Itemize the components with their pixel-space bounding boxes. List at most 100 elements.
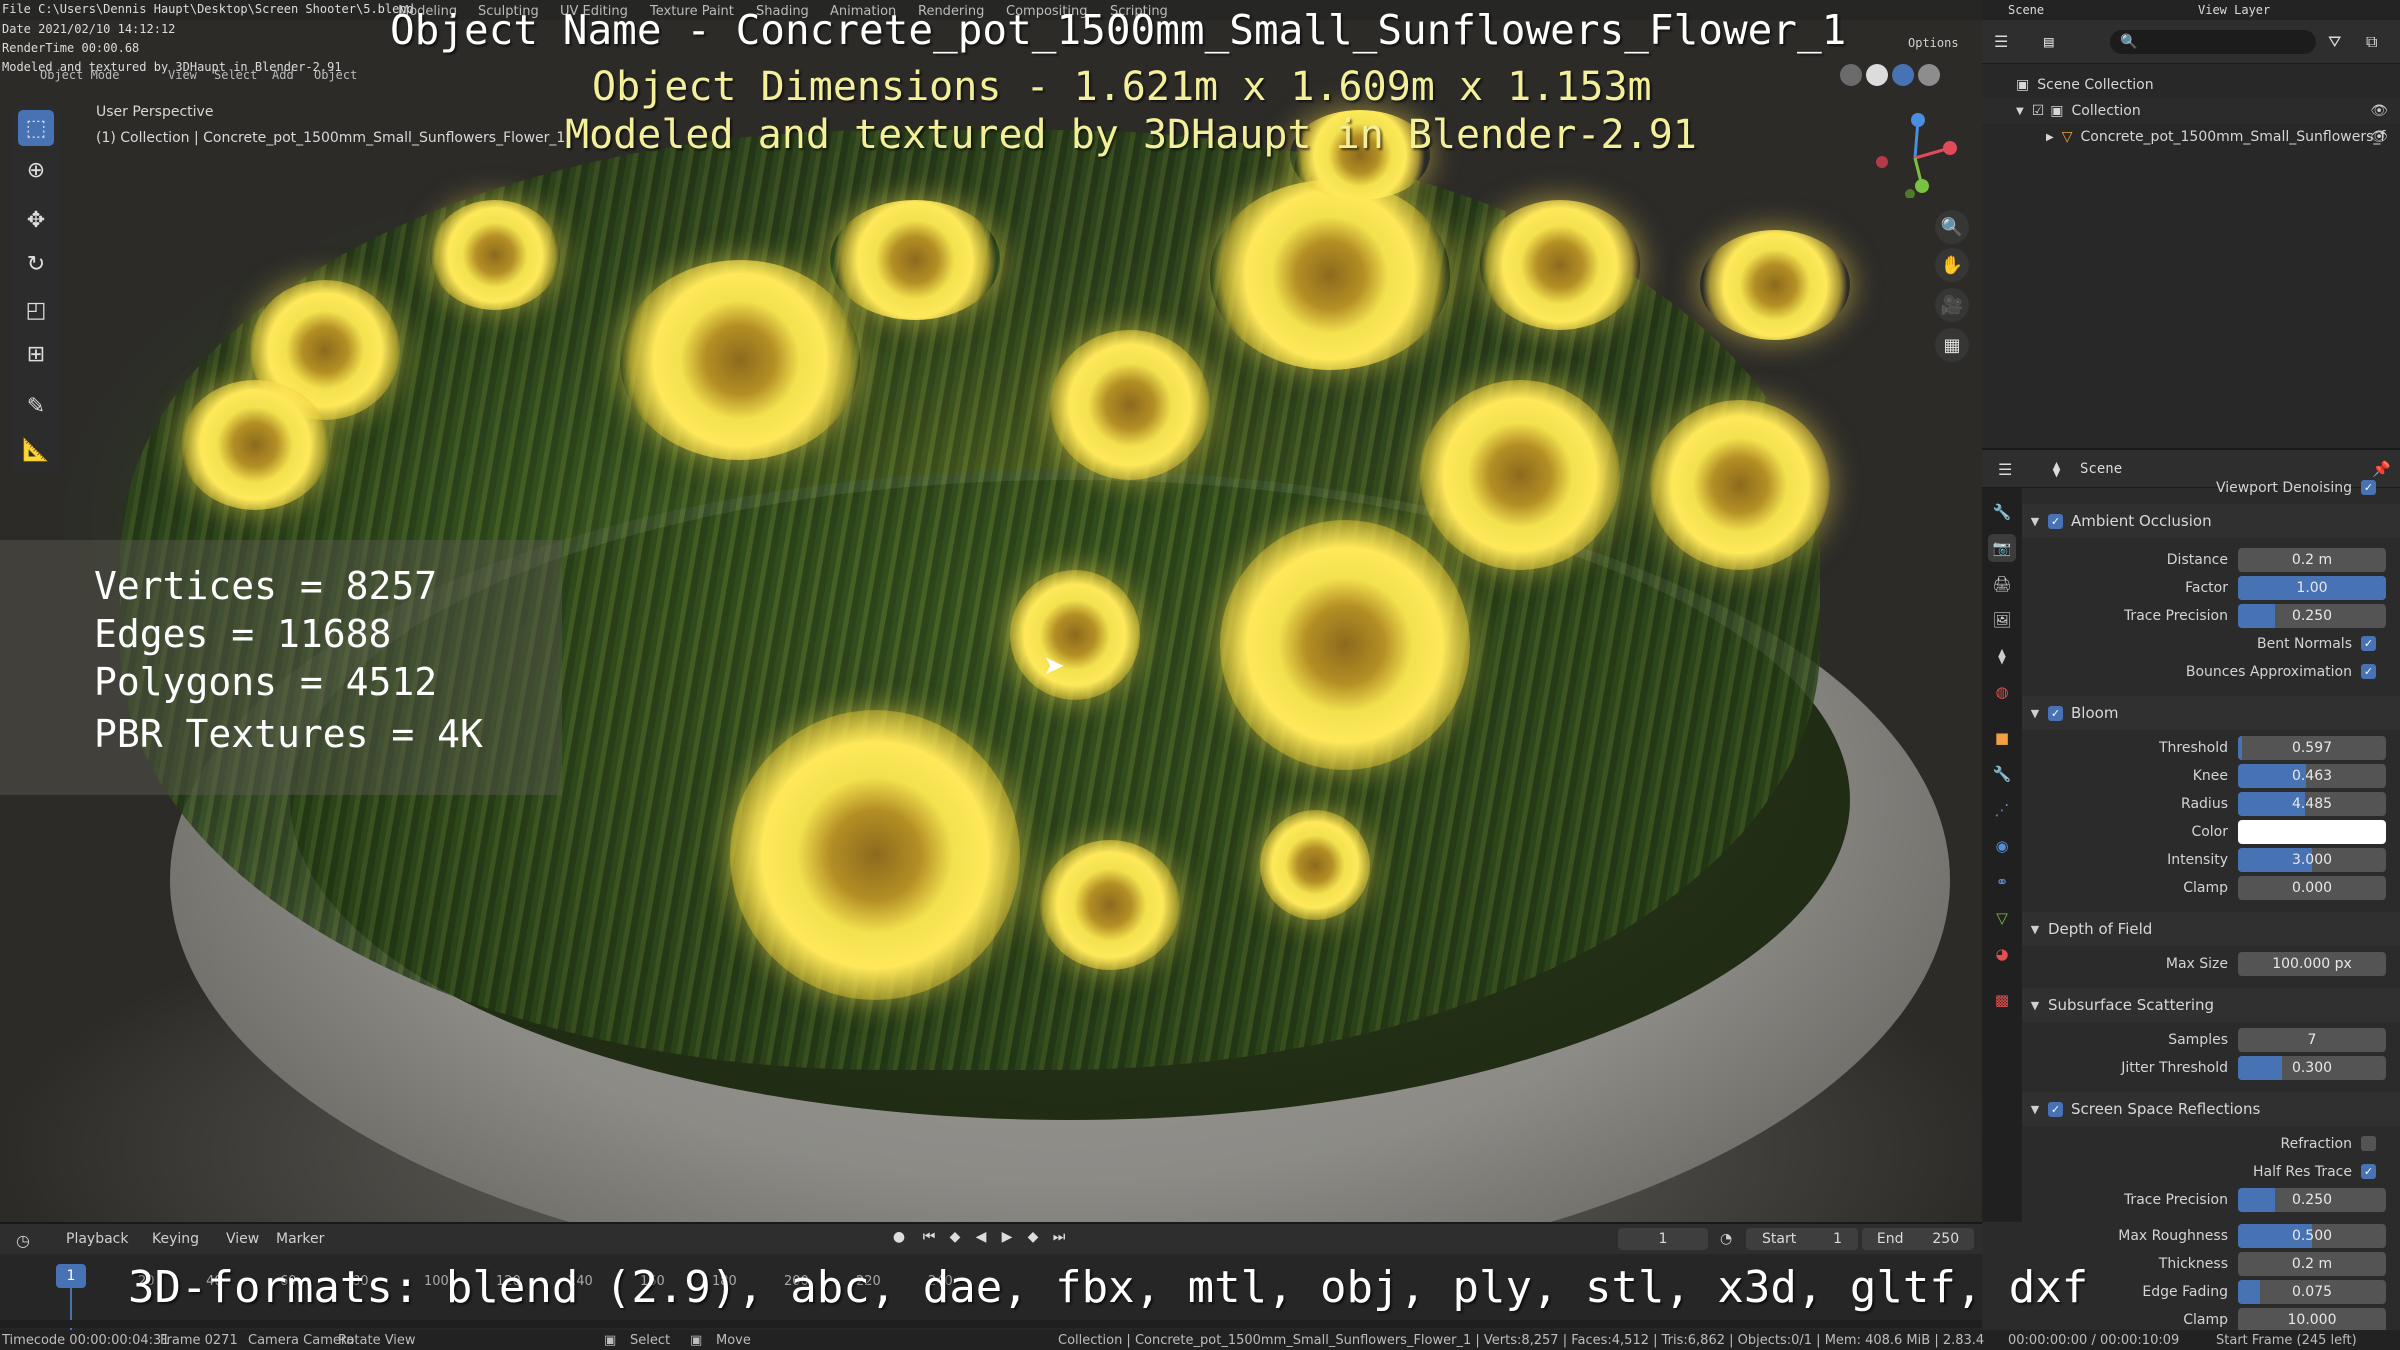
outliner-item-scene-collection[interactable]: ▣ Scene Collection xyxy=(1982,72,2400,98)
options-menu[interactable]: Options xyxy=(1908,36,1959,50)
keying-menu[interactable]: Keying xyxy=(152,1231,199,1247)
ssr-thickness-field[interactable]: 0.2 m xyxy=(2238,1252,2386,1276)
ssr-half-res-checkbox[interactable]: ✓ xyxy=(2361,1164,2376,1179)
next-keyframe-icon[interactable]: ◆ xyxy=(1022,1229,1044,1249)
material-shading-icon[interactable] xyxy=(1892,64,1914,86)
prev-keyframe-icon[interactable]: ◆ xyxy=(944,1229,966,1249)
solid-shading-icon[interactable] xyxy=(1866,64,1888,86)
ssr-checkbox[interactable]: ✓ xyxy=(2048,1101,2063,1117)
eye-icon[interactable]: 👁 xyxy=(2370,129,2388,145)
outliner-item-object[interactable]: ▶ ▽ Concrete_pot_1500mm_Small_Sunflowers… xyxy=(1982,124,2400,150)
viewport-menu-view[interactable]: View xyxy=(168,68,197,82)
tool-tab-icon[interactable]: 🔧 xyxy=(1988,498,2016,526)
checkbox-icon[interactable]: ☑ xyxy=(2032,103,2045,119)
ssr-trace-precision-slider[interactable]: 0.250 xyxy=(2238,1188,2386,1212)
playback-menu[interactable]: Playback xyxy=(66,1231,128,1247)
modifier-tab-icon[interactable]: 🔧 xyxy=(1988,760,2016,788)
output-tab-icon[interactable]: 🖨 xyxy=(1988,570,2016,598)
outliner-item-collection[interactable]: ▼ ☑ ▣ Collection 👁 xyxy=(1982,98,2400,124)
material-tab-icon[interactable]: ◕ xyxy=(1988,940,2016,968)
particles-tab-icon[interactable]: ⋰ xyxy=(1988,796,2016,824)
new-collection-icon[interactable]: ⧉ xyxy=(2366,32,2377,52)
marker-menu[interactable]: Marker xyxy=(276,1231,324,1247)
ambient-occlusion-checkbox[interactable]: ✓ xyxy=(2048,513,2063,529)
chevron-down-icon[interactable]: ▼ xyxy=(2016,106,2024,117)
view-layer-tab-icon[interactable]: 🖼 xyxy=(1988,606,2016,634)
scale-tool[interactable]: ◰ xyxy=(18,292,54,328)
ssr-refraction-row[interactable]: Refraction xyxy=(2022,1130,2400,1158)
chevron-right-icon[interactable]: ▶ xyxy=(2046,132,2054,143)
camera-view-icon[interactable]: 🎥 xyxy=(1935,288,1969,322)
viewport-menu-object[interactable]: Object xyxy=(314,68,357,82)
bounces-approximation-row[interactable]: Bounces Approximation ✓ xyxy=(2022,658,2400,686)
jump-end-icon[interactable]: ⏭ xyxy=(1048,1229,1070,1249)
physics-tab-icon[interactable]: ◉ xyxy=(1988,832,2016,860)
ssr-edge-fading-slider[interactable]: 0.075 xyxy=(2238,1280,2386,1304)
start-frame-field[interactable]: Start 1 xyxy=(1746,1228,1858,1250)
sss-samples-field[interactable]: 7 xyxy=(2238,1028,2386,1052)
bloom-panel-header[interactable]: ▼ ✓ Bloom xyxy=(2022,696,2400,730)
wireframe-shading-icon[interactable] xyxy=(1840,64,1862,86)
ao-factor-slider[interactable]: 1.00 xyxy=(2238,576,2386,600)
eye-icon[interactable]: 👁 xyxy=(2370,103,2388,119)
zoom-icon[interactable]: 🔍 xyxy=(1935,210,1969,244)
bloom-color-swatch[interactable] xyxy=(2238,820,2386,844)
bloom-knee-slider[interactable]: 0.463 xyxy=(2238,764,2386,788)
pan-hand-icon[interactable]: ✋ xyxy=(1935,248,1969,282)
navigation-gizmo[interactable] xyxy=(1870,108,1960,198)
viewport-menu-select[interactable]: Select xyxy=(214,68,257,82)
outliner-search-input[interactable]: 🔍 xyxy=(2110,30,2316,54)
ssr-max-roughness-slider[interactable]: 0.500 xyxy=(2238,1224,2386,1248)
ao-trace-precision-slider[interactable]: 0.250 xyxy=(2238,604,2386,628)
viewport-denoising-row[interactable]: Viewport Denoising ✓ xyxy=(2022,474,2400,502)
object-mode-dropdown[interactable]: Object Mode xyxy=(40,68,119,82)
editor-type-icon[interactable]: ☰ xyxy=(1994,32,2008,51)
measure-tool[interactable]: 📐 xyxy=(18,432,54,468)
cursor-tool[interactable]: ⊕ xyxy=(18,152,54,188)
ssr-refraction-checkbox[interactable] xyxy=(2361,1136,2376,1151)
select-box-tool[interactable]: ⬚ xyxy=(18,110,54,146)
view-menu[interactable]: View xyxy=(226,1231,259,1247)
world-tab-icon[interactable]: ◍ xyxy=(1988,678,2016,706)
bloom-clamp-field[interactable]: 0.000 xyxy=(2238,876,2386,900)
bounces-approximation-checkbox[interactable]: ✓ xyxy=(2361,664,2376,679)
filter-icon[interactable]: ⛛ xyxy=(2328,32,2341,52)
constraints-tab-icon[interactable]: ⚭ xyxy=(1988,868,2016,896)
3d-viewport[interactable]: Modeling Sculpting UV Editing Texture Pa… xyxy=(0,0,1982,1222)
bent-normals-checkbox[interactable]: ✓ xyxy=(2361,636,2376,651)
viewport-menu-add[interactable]: Add xyxy=(272,68,294,82)
depth-of-field-panel-header[interactable]: ▼ Depth of Field xyxy=(2022,912,2400,946)
playhead-frame-indicator[interactable]: 1 xyxy=(56,1264,86,1288)
ssr-clamp-field[interactable]: 10.000 xyxy=(2238,1308,2386,1332)
scene-selector[interactable]: Scene xyxy=(2008,3,2044,17)
texture-tab-icon[interactable]: ▩ xyxy=(1988,986,2016,1014)
bloom-checkbox[interactable]: ✓ xyxy=(2048,705,2063,721)
timeline-scrollbar[interactable] xyxy=(0,1320,1982,1328)
editor-type-icon[interactable]: ◷ xyxy=(16,1231,30,1250)
dof-max-size-field[interactable]: 100.000 px xyxy=(2238,952,2386,976)
sss-jitter-slider[interactable]: 0.300 xyxy=(2238,1056,2386,1080)
transform-tool[interactable]: ⊞ xyxy=(18,336,54,372)
ambient-occlusion-panel-header[interactable]: ▼ ✓ Ambient Occlusion xyxy=(2022,504,2400,538)
bent-normals-row[interactable]: Bent Normals ✓ xyxy=(2022,630,2400,658)
object-tab-icon[interactable]: ■ xyxy=(1988,724,2016,752)
display-mode-icon[interactable]: ▤ xyxy=(2044,32,2054,51)
ssr-half-res-row[interactable]: Half Res Trace ✓ xyxy=(2022,1158,2400,1186)
annotate-tool[interactable]: ✎ xyxy=(18,388,54,424)
subsurface-scattering-panel-header[interactable]: ▼ Subsurface Scattering xyxy=(2022,988,2400,1022)
current-frame-field[interactable]: 1 xyxy=(1618,1228,1708,1250)
bloom-radius-slider[interactable]: 4.485 xyxy=(2238,792,2386,816)
end-frame-field[interactable]: End 250 xyxy=(1862,1228,1974,1250)
viewport-denoising-checkbox[interactable]: ✓ xyxy=(2361,480,2376,495)
rotate-tool[interactable]: ↻ xyxy=(18,246,54,282)
clock-icon[interactable]: ◔ xyxy=(1720,1231,1732,1247)
editor-type-icon[interactable]: ☰ xyxy=(1998,460,2012,479)
bloom-intensity-slider[interactable]: 3.000 xyxy=(2238,848,2386,872)
ssr-panel-header[interactable]: ▼ ✓ Screen Space Reflections xyxy=(2022,1092,2400,1126)
play-reverse-icon[interactable]: ◀ xyxy=(970,1229,992,1249)
scene-tab-icon[interactable]: ⧫ xyxy=(1988,642,2016,670)
ortho-grid-icon[interactable]: ▦ xyxy=(1935,328,1969,362)
record-icon[interactable]: ● xyxy=(888,1229,910,1249)
jump-start-icon[interactable]: ⏮ xyxy=(918,1229,940,1249)
bloom-threshold-slider[interactable]: 0.597 xyxy=(2238,736,2386,760)
